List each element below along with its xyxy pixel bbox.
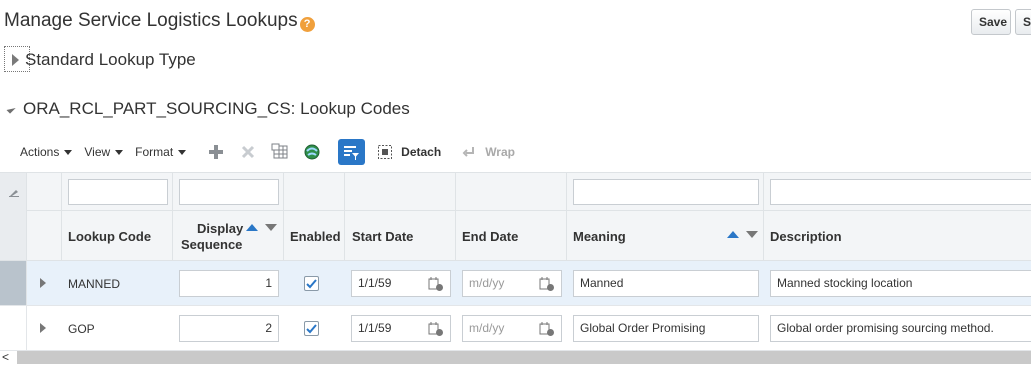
filter-row-header [0, 173, 27, 211]
view-menu-label: View [84, 145, 111, 159]
actions-menu-label: Actions [20, 145, 60, 159]
expand-icon[interactable] [12, 54, 19, 66]
lookup-code-filter-input[interactable] [68, 179, 168, 205]
table-row[interactable]: GOP 2 1/1/59 m/d/yy Global Order Promisi… [0, 306, 1031, 351]
calendar-icon[interactable] [428, 276, 444, 292]
lookup-code-cell: MANNED [68, 277, 121, 291]
scroll-left-icon[interactable]: < [2, 350, 9, 364]
expand-row-icon[interactable] [40, 278, 46, 288]
standard-lookup-type-label: Standard Lookup Type [25, 50, 196, 69]
column-header-display-sequence-line2[interactable]: Sequence [181, 237, 242, 252]
chevron-down-icon [178, 149, 187, 155]
table-row[interactable]: MANNED 1 1/1/59 m/d/yy Manned Manned sto… [0, 261, 1031, 306]
enabled-checkbox[interactable] [304, 276, 319, 291]
format-menu-label: Format [135, 145, 174, 159]
page-title: Manage Service Logistics Lookups? [4, 10, 315, 32]
filter-row [0, 172, 1031, 211]
lookup-codes-label: ORA_RCL_PART_SOURCING_CS: Lookup Codes [23, 99, 410, 118]
filter-cell [284, 173, 345, 210]
filter-icon[interactable] [338, 139, 366, 165]
checkmark-icon [306, 279, 317, 289]
sort-ascending-icon[interactable] [246, 224, 258, 231]
display-sequence-input[interactable]: 2 [179, 315, 279, 342]
calendar-icon[interactable] [539, 276, 555, 292]
filter-cell [27, 173, 62, 210]
page-title-text: Manage Service Logistics Lookups [4, 10, 298, 31]
clear-filter-icon[interactable] [9, 187, 19, 197]
filter-cell [345, 173, 456, 210]
column-header-meaning[interactable]: Meaning [573, 229, 626, 244]
detach-button[interactable]: Detach [401, 145, 441, 159]
checkmark-icon [306, 324, 317, 334]
header-row-header [0, 211, 27, 260]
column-header-lookup-code[interactable]: Lookup Code [68, 229, 151, 244]
calendar-icon[interactable] [428, 321, 444, 337]
column-header-end-date[interactable]: End Date [462, 229, 518, 244]
filter-cell [456, 173, 567, 210]
horizontal-scrollbar[interactable]: < [0, 348, 1031, 367]
meaning-filter-input[interactable] [573, 179, 759, 205]
wrap-button[interactable]: Wrap [485, 145, 515, 159]
calendar-icon[interactable] [539, 321, 555, 337]
lookup-codes-header[interactable]: ORA_RCL_PART_SOURCING_CS: Lookup Codes [6, 99, 410, 119]
column-header-enabled[interactable]: Enabled [290, 229, 341, 244]
expand-row-icon[interactable] [40, 323, 46, 333]
column-header-description[interactable]: Description [770, 229, 842, 244]
display-sequence-input[interactable]: 1 [179, 270, 279, 297]
display-sequence-filter-input[interactable] [179, 179, 279, 205]
column-header-row: Lookup Code Display Sequence Enabled Sta… [0, 211, 1031, 261]
sort-ascending-icon[interactable] [727, 231, 739, 238]
header-cell [27, 211, 62, 260]
detach-icon[interactable] [373, 140, 397, 164]
collapse-icon[interactable] [6, 104, 16, 114]
column-header-start-date[interactable]: Start Date [352, 229, 413, 244]
description-filter-input[interactable] [770, 179, 1031, 205]
freeze-icon[interactable] [268, 140, 292, 164]
sort-descending-icon[interactable] [265, 224, 277, 231]
enabled-checkbox[interactable] [304, 321, 319, 336]
wrap-icon[interactable] [457, 140, 481, 164]
save-button[interactable]: Save [971, 9, 1011, 35]
row-header[interactable] [0, 261, 27, 305]
help-icon[interactable]: ? [299, 17, 315, 32]
chevron-down-icon [115, 149, 124, 155]
standard-lookup-type-header[interactable]: Standard Lookup Type [6, 49, 196, 71]
meaning-input[interactable]: Manned [573, 270, 759, 297]
save-and-close-button[interactable]: Save and Close [1015, 9, 1031, 35]
description-input[interactable]: Manned stocking location [770, 270, 1031, 297]
lookup-code-cell: GOP [68, 322, 95, 336]
format-menu[interactable]: Format [135, 145, 187, 159]
view-menu[interactable]: View [84, 145, 124, 159]
add-icon[interactable] [204, 140, 228, 164]
sort-descending-icon[interactable] [746, 231, 758, 238]
delete-icon[interactable] [236, 140, 260, 164]
column-header-display-sequence-line1[interactable]: Display [197, 221, 243, 236]
row-header[interactable] [0, 306, 27, 350]
chevron-down-icon [64, 149, 73, 155]
meaning-input[interactable]: Global Order Promising [573, 315, 759, 342]
query-by-example-icon[interactable] [300, 140, 324, 164]
actions-menu[interactable]: Actions [20, 145, 73, 159]
description-input[interactable]: Global order promising sourcing method. [770, 315, 1031, 342]
table-toolbar: Actions View Format Detach Wrap [0, 137, 1031, 167]
scrollbar-thumb[interactable] [17, 351, 1031, 364]
